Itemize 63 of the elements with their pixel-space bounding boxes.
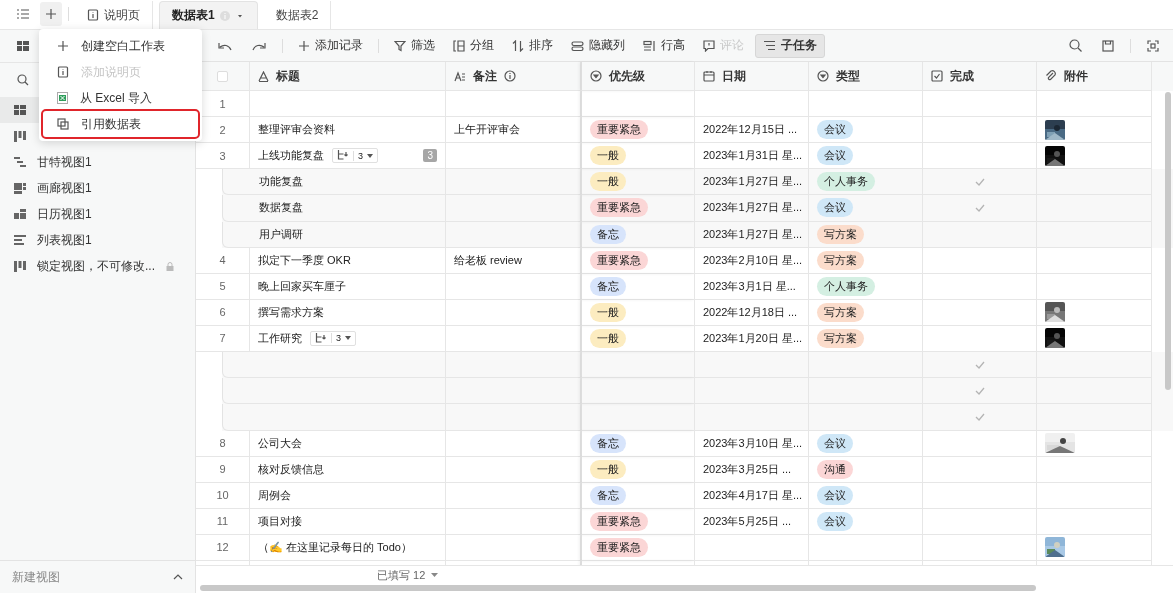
table-cell: （✍ 在这里记录每日的 Todo） (250, 534, 446, 561)
table-cell: 2023年1月27日 星... (695, 221, 809, 248)
tag: 备忘 (590, 485, 626, 505)
table-cell: 2023年3月10日 星... (695, 430, 809, 457)
tag: 会议 (817, 198, 853, 218)
tag: 一般 (590, 459, 626, 479)
tag: 个人事务 (817, 172, 875, 192)
tag: 备忘 (590, 276, 626, 296)
tag: 写方案 (817, 302, 864, 322)
tag: 写方案 (817, 224, 864, 244)
table-cell: 周例会 (250, 482, 446, 509)
tag: 备忘 (590, 433, 626, 453)
table-cell: 给老板 review (446, 247, 581, 274)
table-cell: 2023年3月25日 ... (695, 456, 809, 483)
table-cell: 拟定下一季度 OKR (250, 247, 446, 274)
tag: 重要紧急 (590, 537, 648, 557)
title-text: 上线功能复盘 (258, 148, 324, 163)
tag: 会议 (817, 433, 853, 453)
table-cell: 项目对接 (250, 508, 446, 535)
table-cell: 公司大会 (250, 430, 446, 457)
row-number: 9 (196, 456, 250, 483)
title-text: 工作研究 (258, 330, 302, 346)
tag: 一般 (590, 302, 626, 322)
row-number: 12 (196, 534, 250, 561)
table-cell: 2023年1月20日 星... (695, 325, 809, 352)
row-number: 6 (196, 299, 250, 326)
table-cell: 上午开评审会 (446, 117, 581, 143)
tag: 一般 (590, 328, 626, 348)
row-number: 10 (196, 482, 250, 509)
table-cell: 晚上回家买车厘子 (250, 273, 446, 300)
table-cell: 2023年5月25日 ... (695, 508, 809, 535)
tag: 写方案 (817, 250, 864, 270)
row-number: 8 (196, 430, 250, 457)
table-cell: 2022年12月18日 ... (695, 299, 809, 326)
tag: 个人事务 (817, 276, 875, 296)
tag: 重要紧急 (590, 250, 648, 270)
row-number: 5 (196, 273, 250, 300)
table-cell: 2023年4月17日 星... (695, 482, 809, 509)
row-number: 4 (196, 247, 250, 274)
tag: 重要紧急 (590, 511, 648, 531)
tag: 会议 (817, 120, 853, 139)
table-cell: 核对反馈信息 (250, 456, 446, 483)
tag: 会议 (817, 511, 853, 531)
table-cell: 撰写需求方案 (250, 299, 446, 326)
tag: 沟通 (817, 459, 853, 479)
tag: 重要紧急 (590, 198, 648, 218)
table-cell: 2023年2月10日 星... (695, 247, 809, 274)
tag: 会议 (817, 485, 853, 505)
tag: 一般 (590, 146, 626, 165)
row-number: 7 (196, 325, 250, 352)
table-cell: 整理评审会资料 (250, 117, 446, 143)
tag: 重要紧急 (590, 120, 648, 139)
tag: 备忘 (590, 224, 626, 244)
tag: 一般 (590, 172, 626, 192)
row-number: 11 (196, 508, 250, 535)
table-cell: 2023年1月27日 星... (695, 195, 809, 222)
count-badge: 3 (423, 149, 437, 162)
table-cell: 用户调研 (222, 221, 446, 248)
table-cell: 2023年3月1日 星... (695, 273, 809, 300)
tag: 写方案 (817, 328, 864, 348)
tag: 会议 (817, 146, 853, 165)
table-cell: 数据复盘 (222, 195, 446, 222)
table-cell: 2022年12月15日 ... (695, 117, 809, 143)
